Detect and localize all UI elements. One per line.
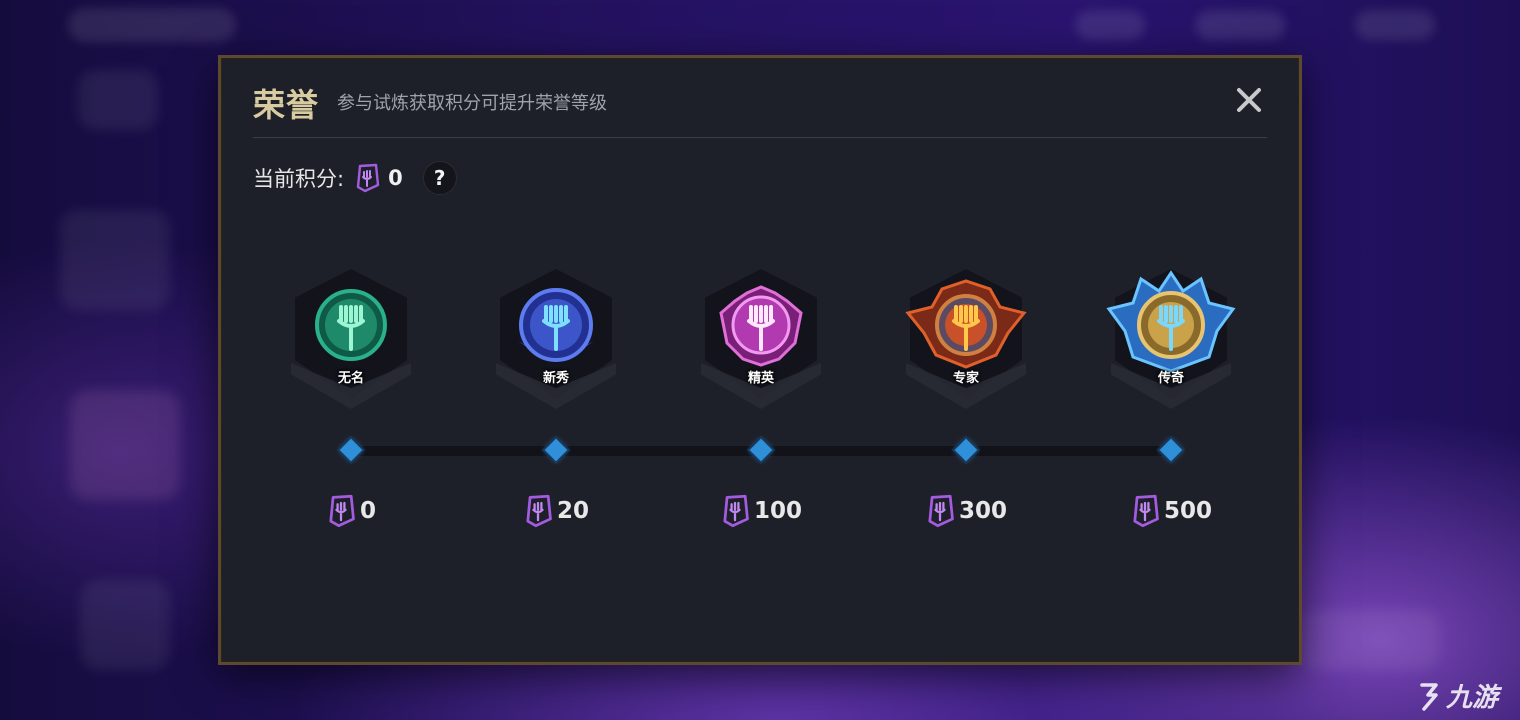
track-node: [749, 438, 773, 462]
threshold-value: 20: [556, 498, 589, 524]
rank-name: 无名: [337, 371, 364, 386]
rank-emblem-icon: [1106, 270, 1236, 373]
watermark-text: 九游: [1445, 683, 1498, 713]
dialog-title: 荣誉: [253, 86, 320, 124]
rank-emblem-icon: [719, 285, 803, 367]
background-blur: [1195, 10, 1285, 40]
current-points: 当前积分: 0 ?: [253, 160, 457, 196]
rank-emblem-icon: [518, 288, 594, 362]
close-icon: [1237, 88, 1261, 112]
honor-token-icon: [356, 163, 380, 193]
honor-dialog: 荣誉 参与试炼获取积分可提升荣誉等级 当前积分: 0 ? 无名 新秀 精英 专家…: [218, 55, 1302, 665]
watermark-logo-icon: [1420, 682, 1438, 711]
rank-threshold: 300: [896, 494, 1036, 528]
close-button[interactable]: [1231, 82, 1267, 118]
background-blur: [78, 70, 158, 130]
rank-nameless: 无名: [281, 263, 421, 423]
current-points-value: 0: [388, 166, 403, 190]
rank-emblem-icon: [905, 279, 1027, 369]
threshold-value: 0: [359, 498, 376, 524]
rank-elite: 精英: [691, 263, 831, 423]
dialog-subtitle: 参与试炼获取积分可提升荣誉等级: [337, 93, 607, 114]
background-blur: [1355, 10, 1435, 40]
honor-token-icon: [526, 494, 552, 528]
rank-expert: 专家: [896, 263, 1036, 423]
rank-rookie: 新秀: [486, 263, 626, 423]
honor-token-icon: [329, 494, 355, 528]
rank-legend: 传奇: [1101, 263, 1241, 423]
rank-emblem-icon: [315, 289, 387, 361]
background-blur: [80, 580, 170, 670]
threshold-value: 300: [958, 498, 1007, 524]
track-node: [339, 438, 363, 462]
current-points-label: 当前积分:: [253, 167, 345, 191]
rank-threshold: 500: [1101, 494, 1241, 528]
background-blur: [1300, 610, 1440, 670]
watermark: 九游: [1414, 677, 1498, 714]
rank-name: 专家: [952, 371, 979, 386]
track-node: [954, 438, 978, 462]
help-button[interactable]: ?: [422, 161, 457, 195]
honor-token-icon: [928, 494, 954, 528]
dialog-header: 荣誉 参与试炼获取积分可提升荣誉等级: [253, 80, 1267, 138]
rank-name: 精英: [747, 371, 774, 386]
rank-threshold: 100: [691, 494, 831, 528]
threshold-value: 500: [1163, 498, 1212, 524]
track-node: [544, 438, 568, 462]
rank-name: 传奇: [1157, 371, 1184, 386]
background-blur: [68, 8, 236, 42]
background-blur: [1075, 10, 1145, 40]
rank-name: 新秀: [542, 371, 569, 386]
background-blur: [60, 210, 170, 310]
rank-threshold: 20: [486, 494, 626, 528]
background-blur: [70, 390, 180, 500]
track-node: [1159, 438, 1183, 462]
honor-token-icon: [1133, 494, 1159, 528]
threshold-value: 100: [753, 498, 802, 524]
honor-token-icon: [723, 494, 749, 528]
rank-threshold: 0: [281, 494, 421, 528]
